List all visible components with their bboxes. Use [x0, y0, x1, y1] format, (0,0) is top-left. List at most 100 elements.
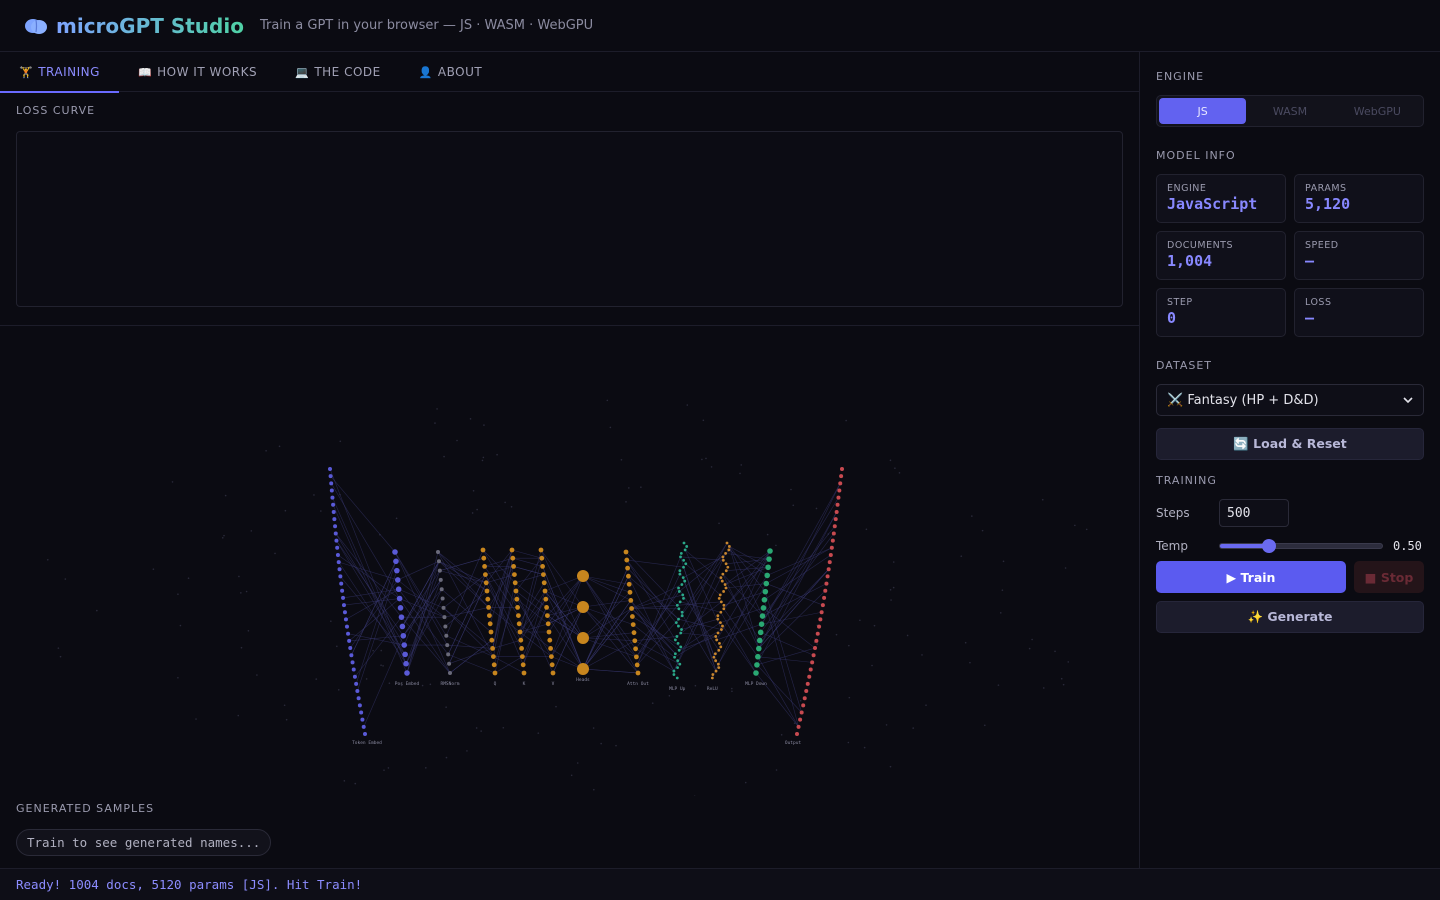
network-node: [816, 632, 820, 636]
engine-wasm-button[interactable]: WASM: [1246, 98, 1333, 124]
background-particle: [380, 650, 382, 652]
network-node: [679, 555, 682, 558]
layer-label: Pos Embed: [395, 681, 420, 687]
background-particle: [320, 510, 322, 512]
network-connection: [627, 560, 684, 567]
network-connection: [763, 584, 827, 616]
network-node: [829, 553, 833, 557]
temp-slider-thumb[interactable]: [1262, 539, 1276, 553]
network-node: [763, 589, 769, 595]
background-particle: [380, 664, 382, 666]
user-icon: 👤: [419, 66, 433, 79]
background-particle: [177, 677, 179, 679]
train-button[interactable]: ▶ Train: [1156, 561, 1346, 593]
dataset-label: DATASET: [1156, 359, 1424, 372]
generate-button[interactable]: ✨ Generate: [1156, 601, 1424, 633]
network-node: [680, 583, 683, 586]
network-node: [718, 597, 721, 600]
network-node: [714, 659, 717, 662]
background-particle: [476, 727, 478, 729]
network-node: [438, 569, 442, 573]
tab-training[interactable]: 🏋 TRAINING: [0, 52, 119, 92]
network-connection: [355, 617, 402, 677]
network-node: [675, 621, 678, 624]
info-value: JavaScript: [1167, 195, 1275, 213]
tab-how-it-works[interactable]: 📖 HOW IT WORKS: [119, 52, 276, 92]
network-connection: [551, 576, 583, 657]
network-node: [577, 570, 589, 582]
network-node: [398, 605, 404, 611]
network-node: [678, 590, 681, 593]
steps-input[interactable]: 500: [1219, 499, 1289, 527]
background-particle: [1000, 612, 1002, 614]
network-node: [484, 580, 489, 585]
network-node: [681, 614, 684, 617]
network-node: [400, 624, 406, 630]
background-particle: [1002, 589, 1004, 591]
load-reset-button[interactable]: 🔄 Load & Reset: [1156, 428, 1424, 460]
app-header: microGPT Studio Train a GPT in your brow…: [0, 0, 1440, 52]
network-node: [626, 574, 631, 579]
network-node: [684, 549, 687, 552]
network-connection: [681, 633, 716, 636]
network-node: [677, 607, 680, 610]
generated-samples-output: Train to see generated names...: [16, 829, 271, 856]
network-node: [766, 556, 772, 562]
network-node: [332, 517, 336, 521]
network-node: [804, 689, 808, 693]
network-node: [812, 653, 816, 657]
background-particle: [446, 757, 448, 759]
background-particle: [731, 690, 733, 692]
engine-js-button[interactable]: JS: [1159, 98, 1246, 124]
network-node: [676, 604, 679, 607]
network-node: [334, 531, 338, 535]
tab-the-code[interactable]: 💻 THE CODE: [276, 52, 400, 92]
network-connection: [444, 608, 493, 649]
engine-webgpu-button[interactable]: WebGPU: [1334, 98, 1421, 124]
network-node: [832, 531, 836, 535]
network-node: [330, 496, 334, 500]
network-node: [448, 671, 452, 675]
network-node: [673, 656, 676, 659]
background-particle: [1086, 529, 1088, 531]
background-particle: [859, 619, 861, 621]
network-connection: [762, 498, 839, 625]
network-node: [682, 576, 685, 579]
network-node: [518, 630, 523, 635]
background-particle: [388, 767, 390, 769]
network-node: [753, 670, 759, 676]
steps-row: Steps 500: [1156, 499, 1424, 527]
background-particle: [1003, 561, 1005, 563]
background-particle: [338, 689, 340, 691]
network-node: [807, 675, 811, 679]
network-node: [551, 671, 556, 676]
network-connection: [450, 640, 492, 673]
network-node: [351, 660, 355, 664]
network-node: [331, 503, 335, 507]
network-node: [678, 649, 681, 652]
network-node: [632, 638, 637, 643]
info-card-step: STEP 0: [1156, 288, 1286, 337]
network-node: [678, 569, 681, 572]
network-node: [711, 673, 714, 676]
network-node: [830, 546, 834, 550]
network-node: [486, 605, 491, 610]
dataset-select[interactable]: ⚔️ Fantasy (HP + D&D): [1156, 384, 1424, 416]
network-node: [549, 654, 554, 659]
background-particle: [472, 512, 474, 514]
stop-button[interactable]: ■ Stop: [1354, 561, 1424, 593]
network-node: [759, 621, 765, 627]
temp-slider[interactable]: [1219, 543, 1383, 549]
background-particle: [443, 456, 445, 458]
network-node: [760, 613, 766, 619]
background-particle: [225, 495, 227, 497]
tab-about[interactable]: 👤 ABOUT: [400, 52, 502, 92]
network-node: [394, 568, 400, 574]
network-node: [814, 639, 818, 643]
background-particle: [251, 530, 253, 532]
network-node: [677, 618, 680, 621]
dumbbell-icon: 🏋: [19, 66, 33, 79]
background-particle: [982, 530, 984, 532]
network-connection: [759, 569, 829, 648]
network-connection: [677, 602, 721, 605]
